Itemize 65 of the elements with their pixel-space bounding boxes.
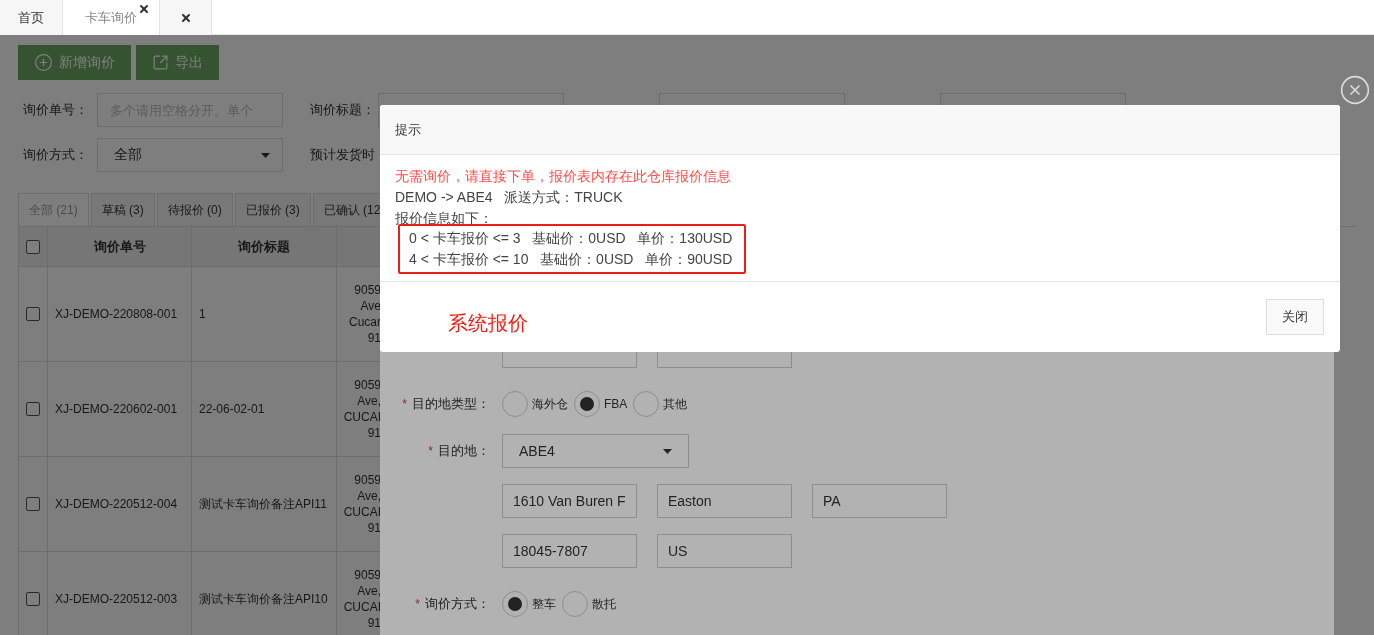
table-cell-text: 9059 Ave Cucar 91 bbox=[348, 282, 381, 346]
quote-text: 4 < 卡车报价 <= 10 基础价：0USD 单价：90USD bbox=[409, 250, 733, 269]
radio-button[interactable] bbox=[502, 591, 528, 617]
table-cell: XJ-DEMO-220512-004 bbox=[48, 457, 192, 552]
warning-text: 无需询价，请直接下单，报价表内存在此仓库报价信息 bbox=[395, 167, 732, 186]
status-tab[interactable]: 待报价 (0) bbox=[156, 193, 233, 226]
table-cell: XJ-DEMO-220808-001 bbox=[48, 267, 192, 362]
table-cell-text: 9059 Ave, CUCAI 91 bbox=[342, 567, 381, 631]
table-cell: 测试卡车询价备注API10 bbox=[192, 552, 337, 635]
radio-label: 散托 bbox=[592, 595, 616, 613]
radio-label: 整车 bbox=[532, 595, 556, 613]
form-label: 目的地： bbox=[438, 442, 490, 460]
input-field[interactable]: US bbox=[657, 534, 792, 568]
radio-label: 海外仓 bbox=[532, 395, 568, 413]
checkbox[interactable] bbox=[26, 239, 40, 254]
radio-label: FBA bbox=[604, 397, 628, 411]
annotation-text: 系统报价 bbox=[448, 310, 528, 336]
input-field[interactable]: 1610 Van Buren F bbox=[502, 484, 637, 518]
dialog-title: 提示 bbox=[395, 120, 421, 139]
page-tab[interactable]: 卡车询价 bbox=[63, 0, 160, 35]
column-header: 询价单号 bbox=[48, 227, 192, 267]
filter-label: 询价单号： bbox=[22, 101, 89, 119]
radio-button[interactable] bbox=[574, 391, 600, 417]
plus-circle-icon bbox=[34, 53, 53, 72]
table-cell-text: 9059 Ave, CUCAI 91 bbox=[342, 472, 381, 536]
column-header: 询价标题 bbox=[192, 227, 337, 267]
close-icon[interactable] bbox=[179, 11, 192, 24]
table-cell: 22-06-02-01 bbox=[192, 362, 337, 457]
input-field[interactable]: PA bbox=[812, 484, 947, 518]
radio-button[interactable] bbox=[502, 391, 528, 417]
info-text: DEMO -> ABE4 派送方式：TRUCK bbox=[395, 188, 624, 207]
status-tab[interactable]: 草稿 (3) bbox=[90, 193, 155, 226]
page-tab[interactable]: 首页 bbox=[0, 0, 63, 35]
input-field[interactable]: Easton bbox=[657, 484, 792, 518]
radio-button[interactable] bbox=[562, 591, 588, 617]
checkbox[interactable] bbox=[26, 592, 40, 606]
close-button[interactable]: 关闭 bbox=[1266, 299, 1324, 335]
checkbox[interactable] bbox=[26, 307, 40, 321]
caret-icon bbox=[663, 448, 672, 454]
input-field[interactable]: 18045-7807 bbox=[502, 534, 637, 568]
table-cell: 1 bbox=[192, 267, 337, 362]
filter-select[interactable]: 全部 bbox=[97, 138, 283, 172]
required-mark: * bbox=[402, 397, 407, 411]
required-mark: * bbox=[415, 597, 420, 611]
table-cell: XJ-DEMO-220512-003 bbox=[48, 552, 192, 635]
radio-label: 其他 bbox=[663, 395, 688, 413]
filter-label: 询价方式： bbox=[22, 146, 89, 164]
status-tab[interactable]: 已报价 (3) bbox=[234, 193, 311, 226]
close-icon[interactable] bbox=[138, 3, 150, 15]
table-cell: 测试卡车询价备注API11 bbox=[192, 457, 337, 552]
filter-label: 询价标题： bbox=[309, 101, 376, 119]
required-mark: * bbox=[428, 444, 433, 458]
checkbox[interactable] bbox=[26, 402, 40, 416]
form-label: 目的地类型： bbox=[412, 395, 490, 413]
destination-select[interactable]: ABE4 bbox=[502, 434, 689, 468]
filter-label: 预计发货时 bbox=[309, 146, 376, 164]
quote-text: 0 < 卡车报价 <= 3 基础价：0USD 单价：130USD bbox=[409, 229, 733, 248]
radio-button[interactable] bbox=[633, 391, 660, 417]
checkbox[interactable] bbox=[26, 497, 40, 511]
form-label: 询价方式： bbox=[425, 595, 490, 613]
page-tab[interactable] bbox=[160, 0, 212, 35]
caret-icon bbox=[261, 152, 270, 158]
table-cell-text: 9059 Ave, CUCAI 91 bbox=[342, 377, 381, 441]
table-cell: XJ-DEMO-220602-001 bbox=[48, 362, 192, 457]
export-icon bbox=[152, 54, 169, 71]
